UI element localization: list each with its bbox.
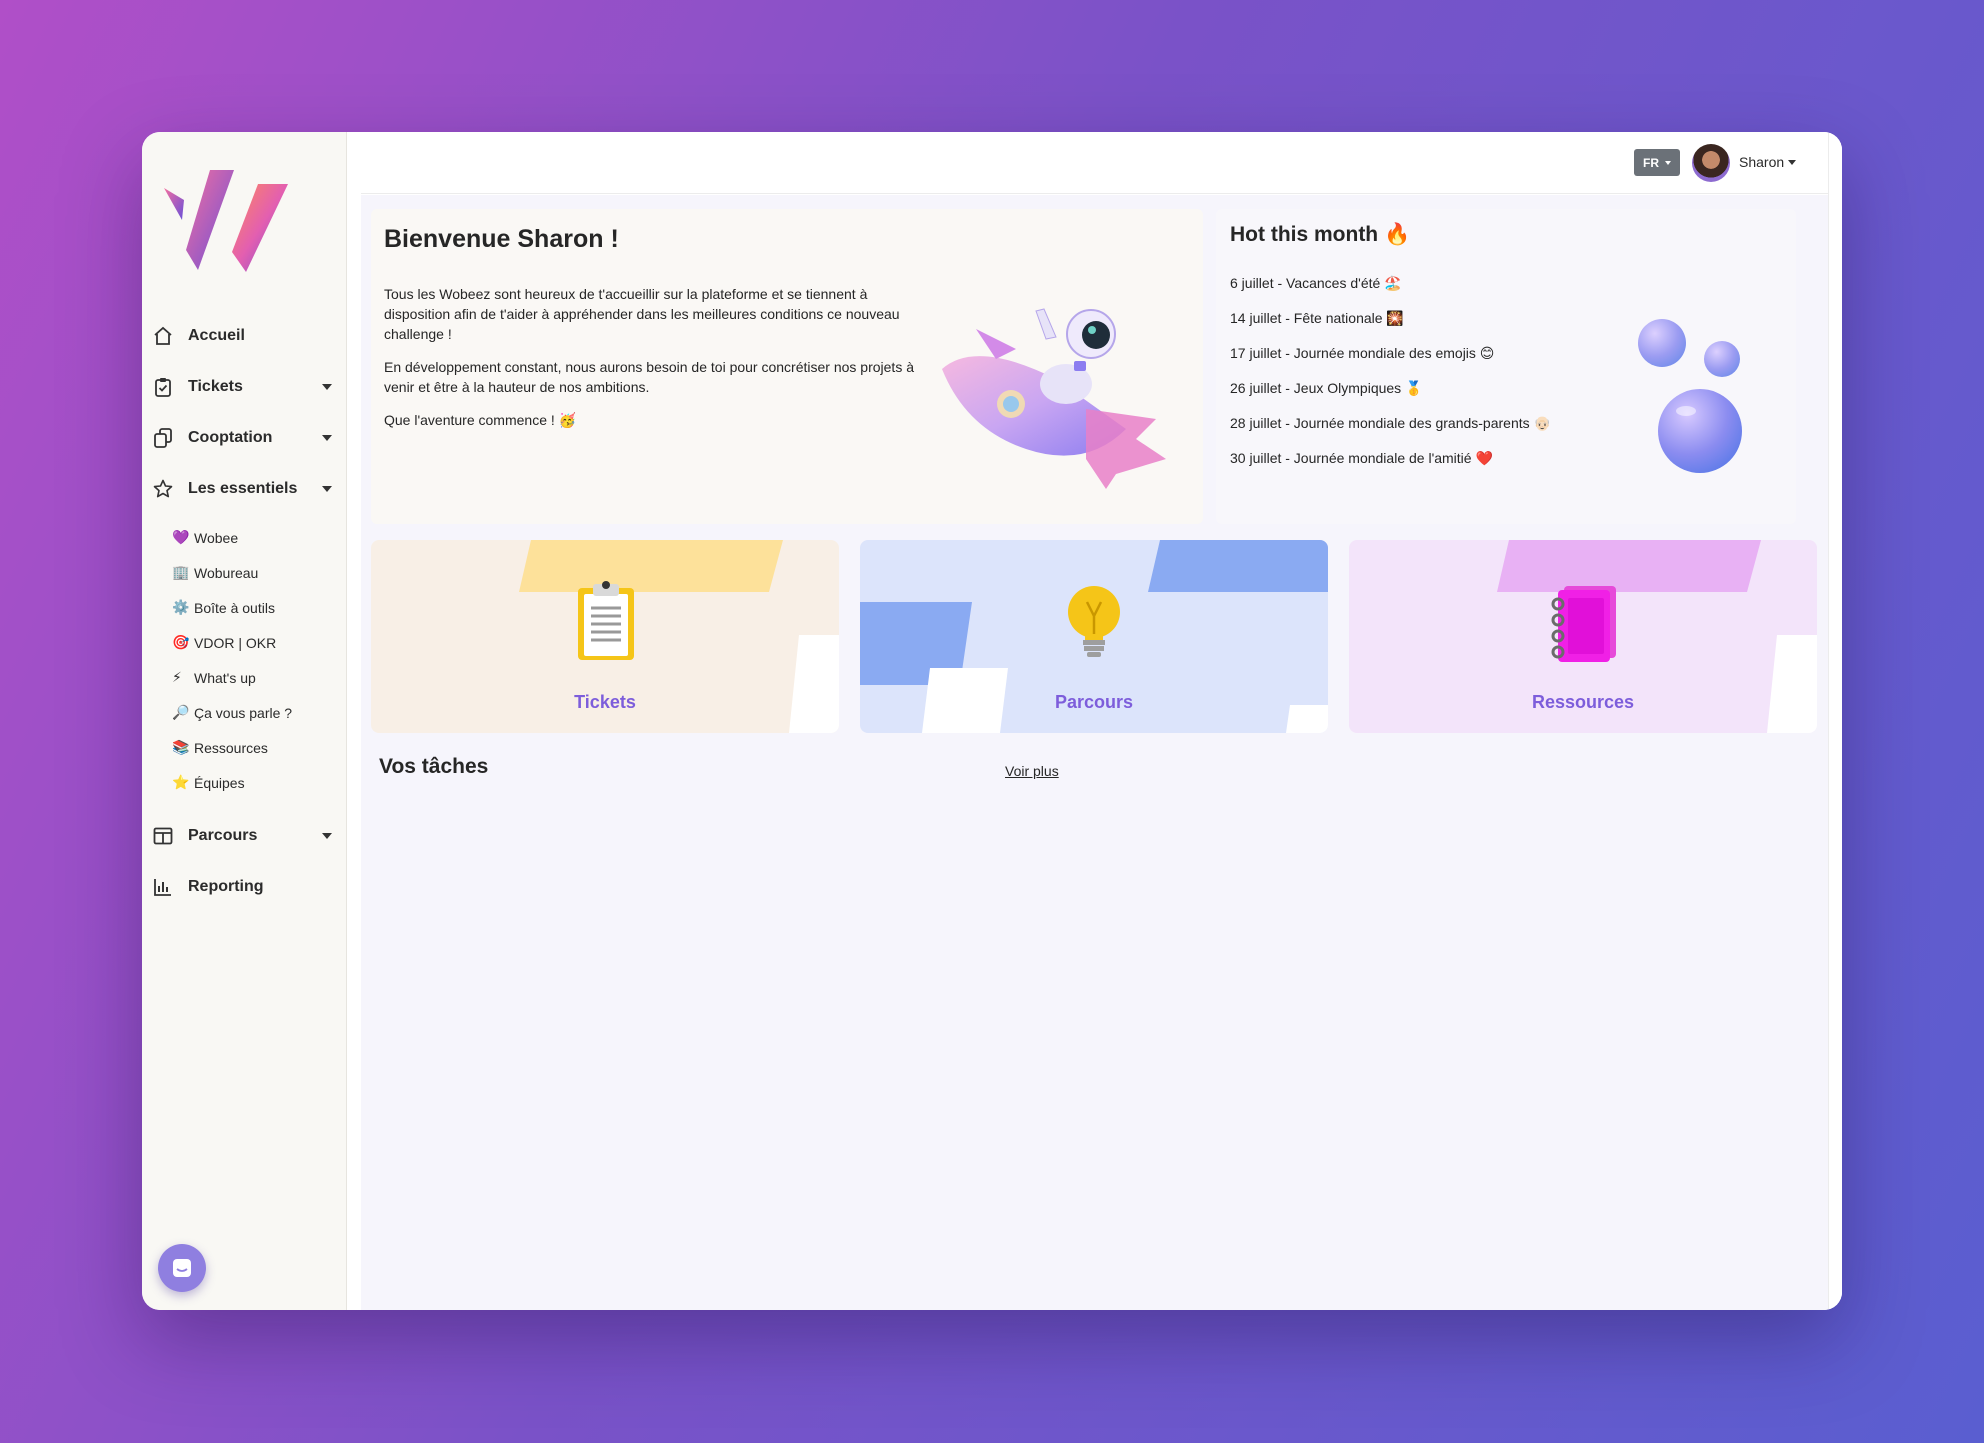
nav-cooptation[interactable]: Cooptation — [142, 412, 347, 463]
lightbulb-icon — [1068, 586, 1120, 657]
chevron-down-icon — [322, 383, 332, 390]
avatar[interactable] — [1692, 144, 1730, 182]
chevron-down-icon — [322, 832, 332, 839]
welcome-paragraph: Tous les Wobeez sont heureux de t'accuei… — [384, 286, 900, 342]
astronaut-rocket-illustration — [942, 308, 1166, 489]
nav-label: Reporting — [188, 877, 264, 895]
nav-accueil[interactable]: Accueil — [142, 310, 347, 361]
wobee-logo[interactable] — [162, 168, 292, 278]
language-label: FR — [1643, 155, 1659, 170]
sub-item-wobureau[interactable]: 🏢 Wobureau — [142, 555, 347, 590]
nav-les-essentiels[interactable]: Les essentiels — [142, 463, 347, 514]
target-icon: 🎯 — [172, 634, 190, 650]
welcome-paragraph: En développement constant, nous aurons b… — [384, 359, 914, 395]
chat-launcher-button[interactable] — [158, 1244, 206, 1292]
home-icon — [152, 325, 174, 347]
dashboard-content: Bienvenue Sharon ! Tous les Wobeez sont … — [361, 195, 1828, 1310]
caret-down-icon — [1788, 159, 1797, 165]
purple-heart-icon: 💜 — [172, 529, 190, 545]
tasks-title: Vos tâches — [379, 755, 489, 778]
welcome-paragraph: Que l'aventure commence ! 🥳 — [384, 412, 577, 428]
app-window: Accueil Tickets Cooptation Les essentiel… — [142, 132, 1842, 1310]
hot-event-item: 14 juillet - Fête nationale 🎇 — [1230, 310, 1404, 326]
hot-event-item: 6 juillet - Vacances d'été 🏖️ — [1230, 275, 1402, 291]
sub-item-boite-a-outils[interactable]: ⚙️ Boîte à outils — [142, 590, 347, 625]
sub-item-ressources[interactable]: 📚 Ressources — [142, 730, 347, 765]
books-icon: 📚 — [172, 739, 190, 755]
gear-icon: ⚙️ — [172, 599, 190, 615]
sub-item-ca-vous-parle[interactable]: 🔎 Ça vous parle ? — [142, 695, 347, 730]
magnifier-icon: 🔎 — [172, 704, 190, 720]
bubbles-illustration — [1638, 319, 1742, 473]
copy-icon — [152, 427, 174, 449]
notebook-icon — [1551, 586, 1616, 662]
chevron-down-icon — [322, 434, 332, 441]
sub-item-label: Wobee — [194, 529, 239, 546]
user-menu-button[interactable]: Sharon — [1739, 154, 1797, 170]
clipboard-check-icon — [152, 376, 174, 398]
hot-event-item: 17 juillet - Journée mondiale des emojis… — [1230, 345, 1495, 361]
sub-item-vdor-okr[interactable]: 🎯 VDOR | OKR — [142, 625, 347, 660]
sub-item-label: Équipes — [194, 774, 245, 791]
nav-label: Les essentiels — [188, 479, 298, 497]
essentiels-submenu: 💜 Wobee 🏢 Wobureau ⚙️ Boîte à outils 🎯 VDOR … — [142, 514, 347, 810]
main-nav: Accueil Tickets Cooptation Les essentiel… — [142, 310, 347, 912]
lightning-icon: ⚡ — [172, 669, 182, 685]
caret-down-icon — [1665, 160, 1671, 165]
sub-item-label: VDOR | OKR — [194, 634, 277, 651]
nav-label: Cooptation — [188, 428, 273, 446]
card-tickets[interactable]: Tickets — [371, 540, 839, 733]
chat-icon — [173, 1259, 191, 1277]
sub-item-label: Ça vous parle ? — [194, 704, 293, 721]
hot-event-item: 26 juillet - Jeux Olympiques 🥇 — [1230, 380, 1423, 396]
topbar: FR Sharon — [361, 132, 1828, 194]
nav-label: Tickets — [188, 377, 243, 395]
card-parcours[interactable]: Parcours — [860, 540, 1328, 733]
hot-event-item: 28 juillet - Journée mondiale des grands… — [1230, 415, 1551, 431]
main-area: FR Sharon Bienvenue Sharon ! Tous les Wo… — [347, 132, 1842, 1310]
sub-item-label: Boîte à outils — [194, 599, 275, 616]
welcome-title: Bienvenue Sharon ! — [384, 225, 619, 253]
sub-item-label: What's up — [194, 669, 256, 686]
nav-label: Accueil — [188, 326, 245, 344]
sub-item-equipes[interactable]: ⭐ Équipes — [142, 765, 347, 800]
sub-item-label: Ressources — [194, 739, 268, 756]
scrollbar[interactable] — [1828, 132, 1842, 1310]
card-label: Ressources — [1531, 692, 1635, 712]
welcome-card: Bienvenue Sharon ! Tous les Wobeez sont … — [371, 209, 1203, 524]
hot-title: Hot this month 🔥 — [1230, 223, 1411, 246]
chevron-down-icon — [322, 485, 332, 492]
voir-plus-link[interactable]: Voir plus — [1005, 763, 1059, 779]
star-icon — [152, 478, 174, 500]
bar-chart-icon — [152, 876, 174, 898]
nav-reporting[interactable]: Reporting — [142, 861, 347, 912]
hot-event-item: 30 juillet - Journée mondiale de l'amiti… — [1230, 450, 1493, 466]
card-label: Tickets — [574, 692, 636, 712]
card-ressources[interactable]: Ressources — [1349, 540, 1817, 733]
nav-parcours[interactable]: Parcours — [142, 810, 347, 861]
hot-this-month-card: Hot this month 🔥 6 juillet - Vacances d'… — [1216, 209, 1796, 524]
welcome-text: Tous les Wobeez sont heureux de t'accuei… — [384, 284, 914, 443]
clipboard-icon — [578, 581, 634, 660]
card-label: Parcours — [1054, 692, 1134, 712]
sub-item-label: Wobureau — [194, 564, 259, 581]
sub-item-wobee[interactable]: 💜 Wobee — [142, 520, 347, 555]
user-name: Sharon — [1739, 154, 1785, 170]
nav-label: Parcours — [188, 826, 258, 844]
sidebar: Accueil Tickets Cooptation Les essentiel… — [142, 132, 347, 1310]
sub-item-whats-up[interactable]: ⚡ What's up — [142, 660, 347, 695]
nav-tickets[interactable]: Tickets — [142, 361, 347, 412]
office-icon: 🏢 — [172, 564, 190, 580]
language-select-button[interactable]: FR — [1634, 149, 1680, 176]
layout-icon — [152, 825, 174, 847]
star-emoji-icon: ⭐ — [172, 774, 190, 790]
hot-events-list: 6 juillet - Vacances d'été 🏖️ 14 juillet… — [1230, 275, 1551, 485]
